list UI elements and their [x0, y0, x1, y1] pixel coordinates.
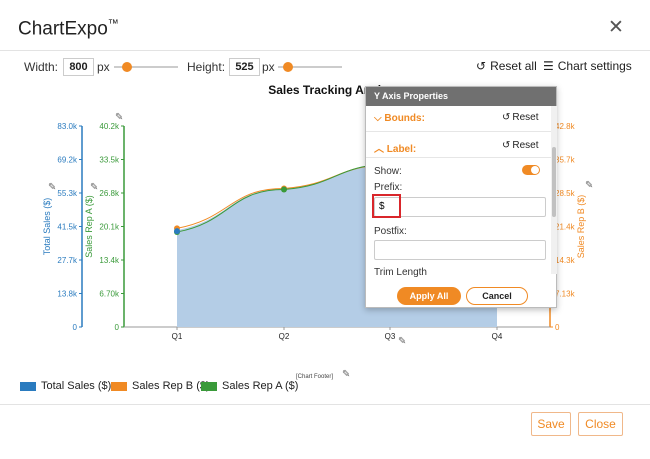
chartexpo-dialog: ChartExpo™ ✕ Width: 800 px Height: 525 p…: [0, 0, 650, 459]
chart-footer[interactable]: [Chart Footer]: [296, 374, 333, 380]
rep-b-axis-tick-label: 28.5k: [555, 189, 576, 198]
rep-a-point: [281, 186, 287, 193]
reset-icon: ↺: [476, 59, 487, 73]
height-slider-thumb[interactable]: [283, 62, 293, 72]
edit-x-axis-icon[interactable]: ✎: [398, 336, 406, 347]
save-button[interactable]: Save: [531, 412, 571, 436]
rep-a-axis-tick-label: 13.4k: [99, 256, 120, 265]
edit-rep-a-label-icon[interactable]: ✎: [90, 182, 98, 193]
prefix-highlight: [372, 194, 401, 218]
total-axis-tick-label: 13.8k: [57, 290, 78, 299]
width-label: Width:: [24, 60, 59, 74]
rep-a-axis-tick-label: 33.5k: [99, 156, 120, 165]
total-axis-tick-label: 27.7k: [57, 256, 78, 265]
cancel-button[interactable]: Cancel: [466, 287, 528, 305]
legend-item-total[interactable]: Total Sales ($): [20, 380, 111, 392]
height-unit: px: [262, 60, 275, 74]
sliders-icon: ☰: [543, 59, 554, 73]
edit-footer-icon[interactable]: ✎: [342, 369, 350, 380]
rep-a-axis-tick-label: 20.1k: [99, 223, 120, 232]
legend-swatch: [201, 381, 217, 391]
height-label: Height:: [187, 60, 226, 74]
total-axis-tick-label: 83.0k: [57, 122, 78, 131]
total-point: [174, 228, 180, 235]
show-label: Show:: [374, 166, 402, 177]
divider: [366, 157, 551, 158]
panel-title: Y Axis Properties: [366, 87, 556, 106]
rep-a-axis-tick-label: 0: [115, 323, 120, 332]
apply-all-button[interactable]: Apply All: [397, 287, 461, 305]
reset-icon: ↺: [502, 140, 511, 151]
reset-icon: ↺: [502, 112, 511, 123]
x-tick-label: Q3: [385, 332, 396, 341]
legend-swatch: [20, 381, 36, 391]
width-slider-thumb[interactable]: [122, 62, 132, 72]
rep-b-axis-tick-label: 42.8k: [555, 122, 576, 131]
y-axis-properties-panel: Y Axis Properties ⌵ Bounds: ↺ Reset ︿ Lab…: [365, 86, 557, 308]
edit-total-label-icon[interactable]: ✎: [48, 182, 56, 193]
total-axis-tick-label: 0: [73, 323, 78, 332]
chart-settings-button[interactable]: ☰ Chart settings: [543, 59, 632, 73]
rep-b-axis-tick-label: 7.13k: [555, 290, 576, 299]
height-input[interactable]: 525: [229, 58, 260, 76]
prefix-label: Prefix:: [374, 182, 403, 193]
total-axis-tick-label: 41.5k: [57, 223, 78, 232]
rep-b-axis-label: Sales Rep B ($): [576, 195, 586, 259]
postfix-input[interactable]: [374, 240, 546, 260]
x-tick-label: Q2: [279, 332, 290, 341]
bounds-reset-button[interactable]: ↺ Reset: [502, 112, 539, 123]
total-axis-tick-label: 55.3k: [57, 189, 78, 198]
close-button[interactable]: Close: [578, 412, 623, 436]
legend-item-rep-a[interactable]: Sales Rep A ($): [201, 380, 298, 392]
rep-a-axis-tick-label: 26.8k: [99, 189, 120, 198]
label-reset-button[interactable]: ↺ Reset: [502, 140, 539, 151]
show-toggle[interactable]: [522, 165, 540, 175]
divider: [366, 131, 551, 132]
legend-swatch: [111, 381, 127, 391]
width-unit: px: [97, 60, 110, 74]
rep-a-axis-tick-label: 40.2k: [99, 122, 120, 131]
app-title: ChartExpo™: [18, 18, 119, 40]
close-icon[interactable]: ✕: [608, 16, 624, 39]
rep-b-axis-tick-label: 14.3k: [555, 256, 576, 265]
divider: [0, 404, 650, 405]
x-tick-label: Q4: [492, 332, 503, 341]
rep-b-axis-tick-label: 0: [555, 323, 560, 332]
edit-rep-b-label-icon[interactable]: ✎: [585, 180, 593, 191]
rep-b-axis-tick-label: 35.7k: [555, 156, 576, 165]
trim-length-label: Trim Length: [374, 267, 427, 278]
x-tick-label: Q1: [172, 332, 183, 341]
legend-item-rep-b[interactable]: Sales Rep B ($): [111, 380, 210, 392]
divider: [0, 50, 650, 51]
bounds-section[interactable]: ⌵ Bounds:: [374, 113, 425, 124]
rep-a-axis-tick-label: 6.70k: [99, 290, 120, 299]
panel-scrollbar-thumb[interactable]: [552, 147, 556, 217]
rep-b-axis-tick-label: 21.4k: [555, 223, 576, 232]
total-axis-label: Total Sales ($): [42, 198, 52, 256]
width-input[interactable]: 800: [63, 58, 94, 76]
rep-a-axis-label: Sales Rep A ($): [84, 195, 94, 258]
reset-all-button[interactable]: ↺ Reset all: [476, 59, 537, 73]
label-section[interactable]: ︿ Label:: [374, 140, 416, 155]
total-axis-tick-label: 69.2k: [57, 156, 78, 165]
postfix-label: Postfix:: [374, 226, 407, 237]
edit-axis-a-icon[interactable]: ✎: [115, 112, 123, 123]
